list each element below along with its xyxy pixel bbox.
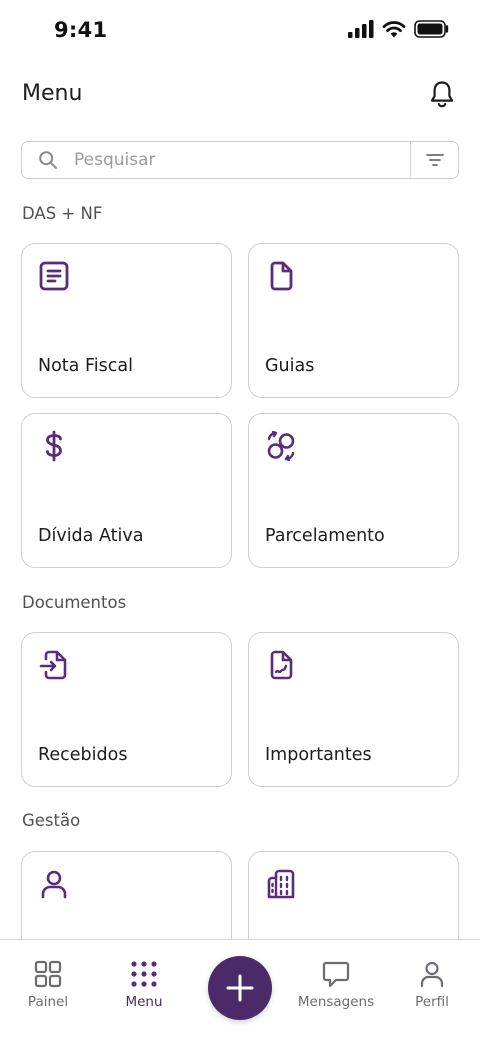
add-button[interactable] <box>208 956 272 1020</box>
status-icons <box>348 20 450 38</box>
card-guias[interactable]: Guias <box>248 243 459 398</box>
document-lines-icon <box>39 261 69 291</box>
nav-item-menu[interactable]: Menu <box>96 960 192 1010</box>
status-bar: 9:41 <box>0 0 480 64</box>
filter-icon <box>425 153 444 166</box>
dollar-icon <box>46 430 62 462</box>
battery-icon <box>414 20 449 38</box>
building-icon <box>267 869 295 899</box>
page-title: Menu <box>22 81 83 106</box>
card-label: Guias <box>265 356 315 376</box>
user-icon <box>41 870 67 899</box>
nav-label: Painel <box>27 994 69 1010</box>
plus-icon <box>226 974 254 1002</box>
nav-item-painel[interactable]: Painel <box>0 960 96 1010</box>
card-label: Parcelamento <box>265 526 385 546</box>
nav-item-mensagens[interactable]: Mensagens <box>288 960 384 1010</box>
status-time: 9:41 <box>54 18 108 42</box>
bell-icon <box>430 81 454 108</box>
file-icon <box>270 261 293 291</box>
nav-label: Menu <box>125 994 163 1010</box>
filter-button[interactable] <box>410 142 458 177</box>
card-label: Recebidos <box>38 745 128 765</box>
message-icon <box>322 961 350 988</box>
dots-grid-icon <box>131 961 157 987</box>
card-label: Importantes <box>265 745 372 765</box>
nav-label: Mensagens <box>297 994 375 1010</box>
signal-icon <box>348 20 374 38</box>
file-signature-icon <box>270 650 293 680</box>
nav-item-perfil[interactable]: Perfil <box>384 960 480 1010</box>
exchange-icon <box>267 430 295 462</box>
search-input[interactable] <box>74 142 404 177</box>
search-bar <box>21 141 459 179</box>
header: Menu <box>0 64 480 126</box>
section-label-das-nf: DAS + NF <box>22 204 103 223</box>
card-importantes[interactable]: Importantes <box>248 632 459 787</box>
user-icon <box>420 961 444 988</box>
notifications-button[interactable] <box>426 78 458 110</box>
section-label-documentos: Documentos <box>22 593 127 612</box>
card-label: Dívida Ativa <box>38 526 144 546</box>
card-recebidos[interactable]: Recebidos <box>21 632 232 787</box>
card-nota-fiscal[interactable]: Nota Fiscal <box>21 243 232 398</box>
search-icon <box>39 151 57 169</box>
bottom-nav: Painel Menu Mensagens Perfil <box>0 939 480 1040</box>
card-divida-ativa[interactable]: Dívida Ativa <box>21 413 232 568</box>
card-parcelamento[interactable]: Parcelamento <box>248 413 459 568</box>
card-label: Nota Fiscal <box>38 356 133 376</box>
grid-icon <box>34 960 62 988</box>
section-label-gestao: Gestão <box>22 811 81 830</box>
nav-label: Perfil <box>415 994 449 1010</box>
wifi-icon <box>382 21 406 38</box>
file-import-icon <box>39 650 67 680</box>
